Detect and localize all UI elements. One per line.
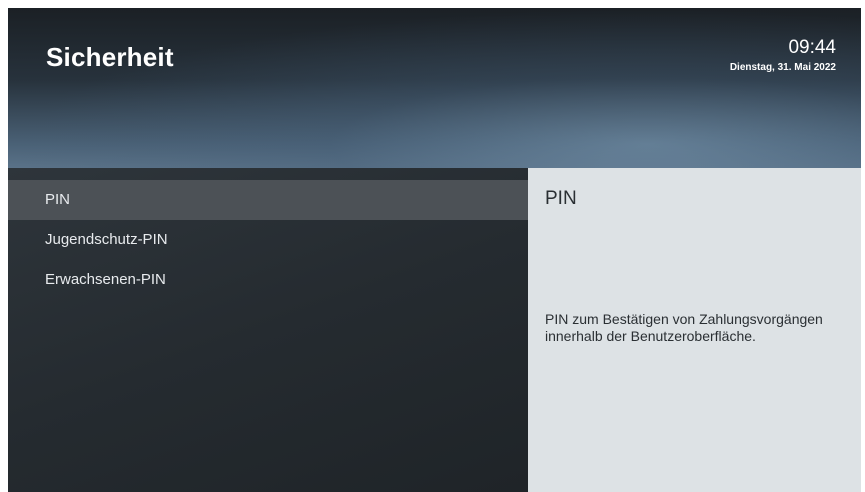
- detail-panel: PIN PIN zum Bestätigen von Zahlungsvorgä…: [528, 168, 861, 492]
- detail-title: PIN: [545, 188, 577, 209]
- menu-item-pin[interactable]: PIN: [8, 180, 528, 220]
- clock: 09:44 Dienstag, 31. Mai 2022: [729, 37, 836, 74]
- detail-description: PIN zum Bestätigen von Zahlungsvorgängen…: [545, 311, 823, 344]
- settings-menu: PIN Jugendschutz-PIN Erwachsenen-PIN: [8, 168, 528, 492]
- page-title: Sicherheit: [46, 42, 174, 72]
- menu-item-jugendschutz-pin[interactable]: Jugendschutz-PIN: [8, 220, 528, 260]
- clock-date: Dienstag, 31. Mai 2022: [729, 62, 836, 73]
- tv-screen: Sicherheit 09:44 Dienstag, 31. Mai 2022 …: [8, 8, 861, 492]
- header: Sicherheit 09:44 Dienstag, 31. Mai 2022: [8, 8, 861, 168]
- clock-time: 09:44: [788, 37, 836, 58]
- menu-item-erwachsenen-pin[interactable]: Erwachsenen-PIN: [8, 260, 528, 300]
